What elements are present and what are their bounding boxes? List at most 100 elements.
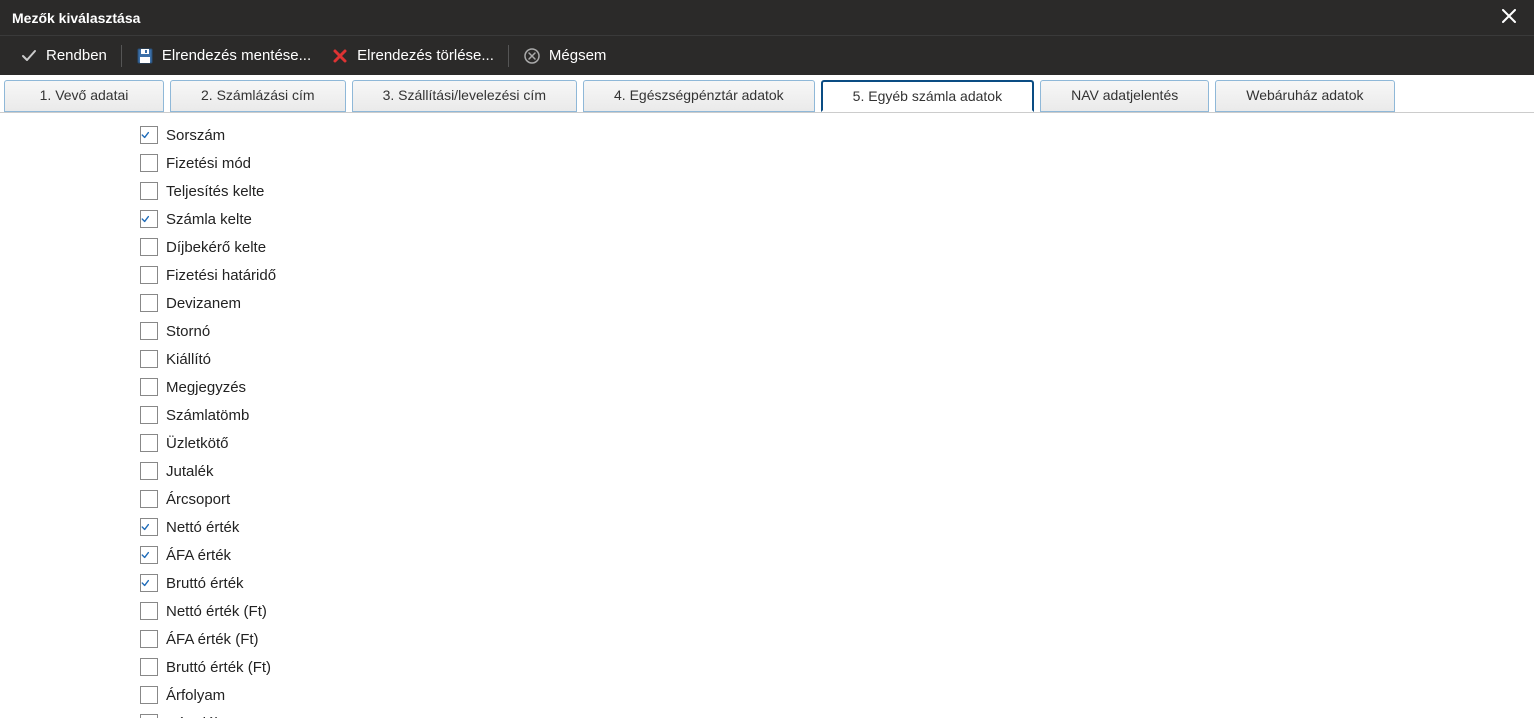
field-label: ÁFA érték (Ft) [166,631,259,648]
save-layout-button[interactable]: Elrendezés mentése... [126,40,321,72]
tab-tab2[interactable]: 2. Számlázási cím [170,80,346,112]
field-checkbox[interactable] [140,266,158,284]
cancel-icon [523,47,541,65]
tab-tab7[interactable]: Webáruház adatok [1215,80,1394,112]
field-checkbox[interactable] [140,630,158,648]
tab-label: 3. Szállítási/levelezési cím [383,87,546,103]
field-row: Hátralék [140,709,1534,718]
save-icon [136,47,154,65]
tab-label: 5. Egyéb számla adatok [853,88,1002,104]
field-row: Bruttó érték [140,569,1534,597]
field-row: Számla kelte [140,205,1534,233]
tab-label: 1. Vevő adatai [40,87,129,103]
tab-bar: 1. Vevő adatai 2. Számlázási cím 3. Szállí… [0,75,1534,112]
field-label: Nettó érték [166,519,239,536]
field-checkbox[interactable] [140,406,158,424]
tab-tab5[interactable]: 5. Egyéb számla adatok [821,80,1034,112]
field-row: Devizanem [140,289,1534,317]
tab-label: 4. Egészségpénztár adatok [614,87,784,103]
field-label: Jutalék [166,463,214,480]
field-label: Megjegyzés [166,379,246,396]
field-checkbox[interactable] [140,714,158,718]
field-checkbox[interactable] [140,322,158,340]
field-label: Nettó érték (Ft) [166,603,267,620]
field-checkbox[interactable] [140,182,158,200]
field-checkbox[interactable] [140,350,158,368]
field-checkbox[interactable] [140,126,158,144]
field-row: Nettó érték (Ft) [140,597,1534,625]
field-row: Üzletkötő [140,429,1534,457]
delete-layout-button[interactable]: Elrendezés törlése... [321,40,504,72]
field-row: ÁFA érték (Ft) [140,625,1534,653]
check-icon [20,47,38,65]
delete-icon [331,47,349,65]
field-label: Árfolyam [166,687,225,704]
ok-button[interactable]: Rendben [10,40,117,72]
field-checkbox[interactable] [140,602,158,620]
tab-tab4[interactable]: 4. Egészségpénztár adatok [583,80,815,112]
field-label: Sorszám [166,127,225,144]
tab-label: NAV adatjelentés [1071,87,1178,103]
field-checkbox[interactable] [140,518,158,536]
field-label: Devizanem [166,295,241,312]
tab-tab1[interactable]: 1. Vevő adatai [4,80,164,112]
field-checkbox[interactable] [140,434,158,452]
field-checkbox[interactable] [140,462,158,480]
field-row: Bruttó érték (Ft) [140,653,1534,681]
field-row: Stornó [140,317,1534,345]
field-label: Számlatömb [166,407,249,424]
field-label: Árcsoport [166,491,230,508]
ok-label: Rendben [46,47,107,64]
tab-label: Webáruház adatok [1246,87,1363,103]
window-title: Mezők kiválasztása [12,10,140,26]
field-checkbox[interactable] [140,546,158,564]
field-label: Hátralék [166,715,222,718]
field-checkbox[interactable] [140,378,158,396]
field-checkbox[interactable] [140,686,158,704]
field-label: Üzletkötő [166,435,229,452]
field-row: Fizetési határidő [140,261,1534,289]
field-checkbox[interactable] [140,294,158,312]
field-row: Díjbekérő kelte [140,233,1534,261]
field-row: Jutalék [140,457,1534,485]
field-checkbox[interactable] [140,210,158,228]
field-label: Bruttó érték [166,575,244,592]
field-row: Teljesítés kelte [140,177,1534,205]
field-label: Teljesítés kelte [166,183,264,200]
field-checkbox[interactable] [140,658,158,676]
field-label: Díjbekérő kelte [166,239,266,256]
field-checkbox[interactable] [140,574,158,592]
field-label: Fizetési mód [166,155,251,172]
titlebar: Mezők kiválasztása [0,0,1534,35]
field-row: Kiállító [140,345,1534,373]
tab-label: 2. Számlázási cím [201,87,315,103]
field-checkbox[interactable] [140,154,158,172]
delete-layout-label: Elrendezés törlése... [357,47,494,64]
field-label: Stornó [166,323,210,340]
field-list[interactable]: Sorszám Fizetési mód Teljesítés kelte Száml… [0,113,1534,718]
cancel-button[interactable]: Mégsem [513,40,617,72]
field-row: ÁFA érték [140,541,1534,569]
field-row: Árcsoport [140,485,1534,513]
cancel-label: Mégsem [549,47,607,64]
tab-tab6[interactable]: NAV adatjelentés [1040,80,1209,112]
field-label: Számla kelte [166,211,252,228]
field-label: Kiállító [166,351,211,368]
dialog-window: Mezők kiválasztása Rendben Elrendezés me… [0,0,1534,718]
field-checkbox[interactable] [140,238,158,256]
close-icon[interactable] [1496,7,1522,28]
field-row: Megjegyzés [140,373,1534,401]
field-checkbox[interactable] [140,490,158,508]
tab-tab3[interactable]: 3. Szállítási/levelezési cím [352,80,577,112]
field-label: ÁFA érték [166,547,231,564]
field-row: Fizetési mód [140,149,1534,177]
save-layout-label: Elrendezés mentése... [162,47,311,64]
field-row: Árfolyam [140,681,1534,709]
toolbar: Rendben Elrendezés mentése... Elrendezés… [0,35,1534,75]
toolbar-separator [121,45,122,67]
field-label: Fizetési határidő [166,267,276,284]
field-row: Számlatömb [140,401,1534,429]
content-wrap: Sorszám Fizetési mód Teljesítés kelte Száml… [0,112,1534,718]
field-row: Sorszám [140,121,1534,149]
field-label: Bruttó érték (Ft) [166,659,271,676]
